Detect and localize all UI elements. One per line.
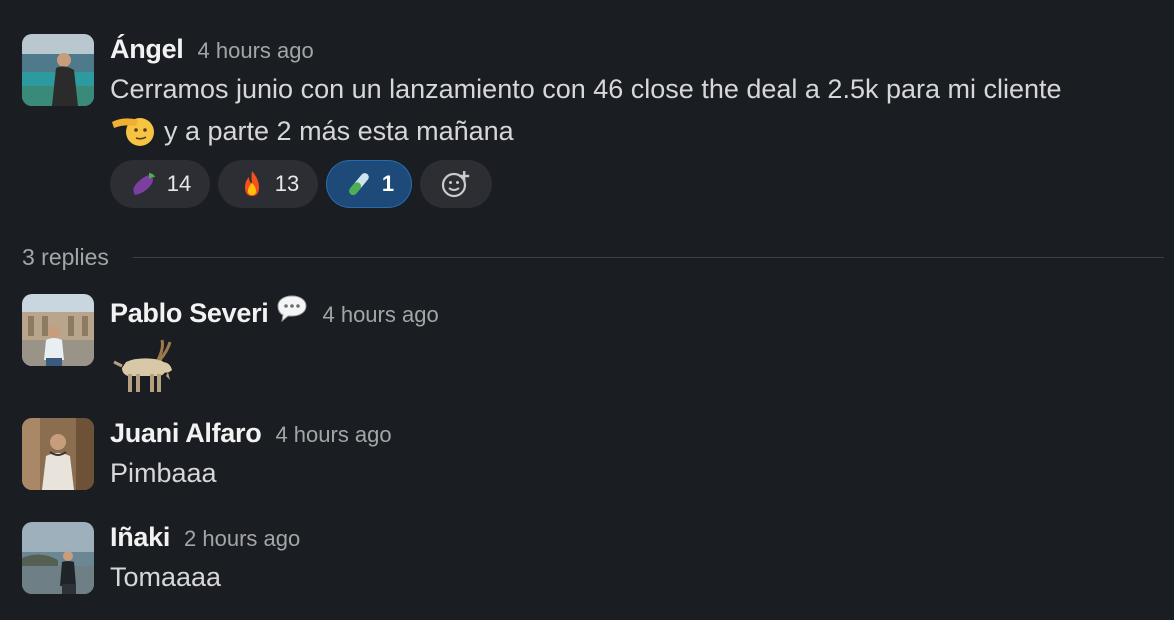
- fire-icon: [244, 171, 259, 196]
- author-name[interactable]: Pablo Severi: [110, 298, 269, 329]
- avatar[interactable]: [22, 34, 94, 106]
- author-name[interactable]: Juani Alfaro: [110, 418, 262, 449]
- message-text: Pimbaaa: [110, 458, 217, 488]
- message-line-2-text: y a parte 2 más esta mañana: [164, 116, 514, 146]
- reply-message: Iñaki 2 hours ago Tomaaaa: [22, 522, 1164, 602]
- message-text: Tomaaaa: [110, 562, 222, 592]
- reaction-count: 14: [166, 171, 192, 196]
- add-reaction-icon: [441, 171, 470, 198]
- reaction-eggplant[interactable]: 14: [110, 160, 210, 208]
- timestamp[interactable]: 4 hours ago: [275, 422, 391, 448]
- replies-divider: 3 replies: [22, 240, 1164, 274]
- divider-line: [132, 256, 1164, 258]
- goat-icon: [110, 332, 174, 396]
- test-tube-icon: [349, 173, 369, 195]
- reply-message: Juani Alfaro 4 hours ago Pimbaaa: [22, 418, 1164, 498]
- avatar-image-pablo: [22, 294, 94, 366]
- message-text: Cerramos junio con un lanzamiento con 46…: [110, 68, 1164, 152]
- timestamp[interactable]: 4 hours ago: [198, 38, 314, 64]
- message-line-1: Cerramos junio con un lanzamiento con 46…: [110, 74, 1062, 104]
- message-thread: Ángel 4 hours ago Cerramos junio con un …: [0, 0, 1174, 620]
- reaction-fire[interactable]: 13: [218, 160, 318, 208]
- timestamp[interactable]: 4 hours ago: [322, 302, 438, 328]
- reply-message: Pablo Severi 4 hours ago: [22, 294, 1164, 394]
- reaction-test-tube[interactable]: 1: [326, 160, 412, 208]
- author-name[interactable]: Iñaki: [110, 522, 170, 553]
- reactions-bar: 14 13 1: [110, 160, 1164, 208]
- avatar[interactable]: [22, 522, 94, 594]
- author-name[interactable]: Ángel: [110, 34, 184, 65]
- avatar[interactable]: [22, 418, 94, 490]
- avatar-image-angel: [22, 34, 94, 106]
- parent-message: Ángel 4 hours ago Cerramos junio con un …: [22, 34, 1164, 224]
- replies-count[interactable]: 3 replies: [22, 244, 109, 271]
- saluting-face-icon: [110, 112, 154, 148]
- add-reaction-button[interactable]: [420, 160, 492, 208]
- avatar[interactable]: [22, 294, 94, 366]
- avatar-image-inaki: [22, 522, 94, 594]
- avatar-image-juani: [22, 418, 94, 490]
- reaction-count: 13: [274, 171, 300, 196]
- speech-balloon-icon: [276, 294, 308, 323]
- reaction-count: 1: [381, 171, 395, 196]
- eggplant-icon: [133, 173, 155, 195]
- timestamp[interactable]: 2 hours ago: [184, 526, 300, 552]
- message-line-2: y a parte 2 más esta mañana: [110, 110, 1164, 152]
